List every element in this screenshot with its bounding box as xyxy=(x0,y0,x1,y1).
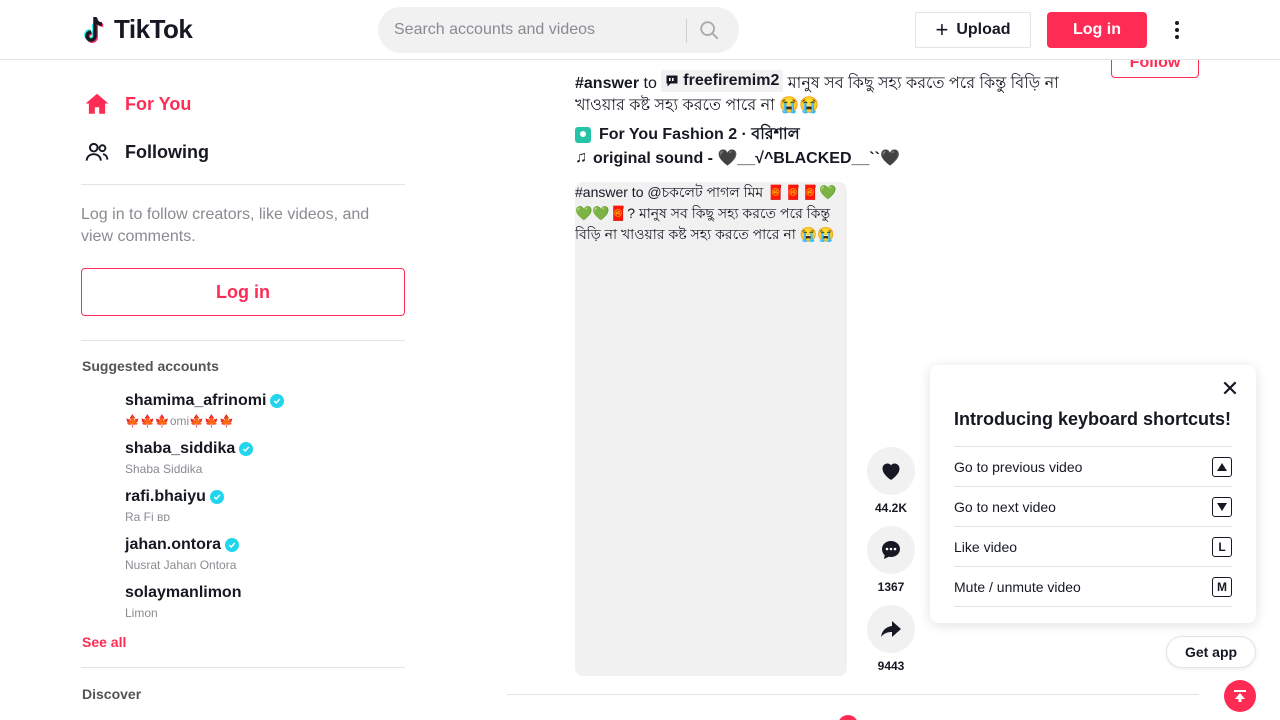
shortcut-row: Go to next video xyxy=(954,486,1232,526)
more-options-icon[interactable] xyxy=(1166,14,1188,46)
keyboard-shortcuts-popup: ✕ Introducing keyboard shortcuts! Go to … xyxy=(930,365,1256,623)
video-alt-text: #answer to @চকলেট পাগল মিম 🧧🧧🧧💚💚💚🧧? মানু… xyxy=(575,184,837,242)
account-username: rafi.bhaiyu xyxy=(125,488,206,505)
shortcut-key: L xyxy=(1212,536,1232,557)
shortcut-label: Go to next video xyxy=(954,498,1056,515)
scroll-to-top-button[interactable] xyxy=(1224,680,1256,712)
shortcut-row: Mute / unmute video M xyxy=(954,566,1232,606)
post-music[interactable]: ♫ original sound - 🖤__√^BLACKED__``🖤 xyxy=(575,148,900,168)
music-label: original sound - 🖤__√^BLACKED__``🖤 xyxy=(593,150,900,167)
shortcut-key: M xyxy=(1212,576,1232,597)
account-username: solaymanlimon xyxy=(125,584,242,601)
shortcut-row: Like video L xyxy=(954,526,1232,566)
upload-label: Upload xyxy=(956,21,1011,38)
logo-wordmark: TikTok xyxy=(114,14,193,44)
sidebar-login-button[interactable]: Log in xyxy=(81,268,405,316)
account-display-name: Ra Fi ʙᴅ xyxy=(125,510,170,524)
comment-count: 1367 xyxy=(877,580,905,594)
feed-divider xyxy=(507,694,1199,695)
verified-badge-icon xyxy=(209,490,224,504)
sidebar-divider xyxy=(81,667,405,668)
header-login-button[interactable]: Log in xyxy=(1047,12,1147,48)
search-divider xyxy=(686,19,687,43)
nav-for-you[interactable]: For You xyxy=(81,80,191,128)
verified-badge-icon xyxy=(270,394,285,408)
home-icon xyxy=(81,88,113,120)
account-username: shaba_siddika xyxy=(125,440,236,457)
hashtag-link[interactable]: #answer xyxy=(575,75,639,92)
search-button[interactable] xyxy=(694,15,724,45)
account-username: shamima_afrinomi xyxy=(125,392,267,409)
upload-button[interactable]: + Upload xyxy=(915,12,1031,48)
share-count: 9443 xyxy=(877,659,905,673)
suggested-account[interactable]: shamima_afrinomi 🍁🍁🍁omi🍁🍁🍁 xyxy=(125,390,385,430)
shortcut-row: Go to previous video xyxy=(954,446,1232,486)
like-count: 44.2K xyxy=(874,501,908,515)
account-display-name: Limon xyxy=(125,606,158,620)
account-display-name: 🍁🍁🍁omi🍁🍁🍁 xyxy=(125,414,234,428)
arrow-up-icon xyxy=(1234,690,1246,702)
shortcut-divider xyxy=(954,606,1232,607)
share-action[interactable]: 9443 xyxy=(867,605,915,676)
suggested-account[interactable]: solaymanlimon Limon xyxy=(125,582,385,622)
tiktok-logo[interactable]: TikTok xyxy=(84,14,193,45)
arrow-down-key-icon xyxy=(1212,496,1232,517)
verified-badge-icon xyxy=(225,538,240,552)
like-action[interactable]: 44.2K xyxy=(867,447,915,518)
get-app-button[interactable]: Get app xyxy=(1166,636,1256,668)
caption-to-word: to xyxy=(643,75,657,92)
post-caption: #answer to freefiremim2 মানুষ সব কিছু সহ… xyxy=(575,70,1085,117)
see-all-link[interactable]: See all xyxy=(82,634,126,650)
shortcut-label: Like video xyxy=(954,538,1018,555)
nav-following[interactable]: Following xyxy=(81,128,209,176)
search-input[interactable] xyxy=(394,7,684,53)
mention-link[interactable]: freefiremim2 xyxy=(661,70,784,92)
login-prompt-text: Log in to follow creators, like videos, … xyxy=(81,206,370,245)
shortcut-label: Mute / unmute video xyxy=(954,578,1081,595)
suggested-account[interactable]: shaba_siddika Shaba Siddika xyxy=(125,438,385,478)
suggested-account[interactable]: jahan.ontora Nusrat Jahan Ontora xyxy=(125,534,385,574)
search-icon xyxy=(700,21,719,40)
video-player[interactable]: #answer to @চকলেট পাগল মিম 🧧🧧🧧💚💚💚🧧? মানু… xyxy=(575,182,847,676)
people-icon xyxy=(81,136,113,168)
reply-bubble-icon xyxy=(666,75,678,87)
top-header: TikTok + Upload Log in xyxy=(0,0,1280,60)
account-username: jahan.ontora xyxy=(125,536,222,553)
location-label: For You Fashion 2 · বরিশাল xyxy=(599,126,800,143)
popup-title: Introducing keyboard shortcuts! xyxy=(954,409,1232,429)
comment-icon xyxy=(882,541,900,559)
account-display-name: Shaba Siddika xyxy=(125,462,203,476)
nav-for-you-label: For You xyxy=(125,93,192,114)
share-arrow-icon xyxy=(881,621,901,637)
like-button[interactable] xyxy=(867,447,915,495)
heart-icon xyxy=(882,463,900,480)
sidebar-divider xyxy=(81,340,405,341)
close-icon[interactable]: ✕ xyxy=(1220,378,1240,400)
next-post-avatar[interactable] xyxy=(838,715,858,720)
share-button[interactable] xyxy=(867,605,915,653)
plus-icon: + xyxy=(935,17,949,42)
music-note-icon: ♫ xyxy=(575,149,587,166)
account-display-name: Nusrat Jahan Ontora xyxy=(125,558,237,572)
sidebar: For You Following Log in to follow creat… xyxy=(81,60,405,720)
verified-badge-icon xyxy=(239,442,254,456)
comment-button[interactable] xyxy=(867,526,915,574)
tiktok-logo-icon xyxy=(84,16,104,43)
discover-title: Discover xyxy=(82,686,142,702)
suggested-accounts-title: Suggested accounts xyxy=(82,358,219,374)
shortcut-label: Go to previous video xyxy=(954,458,1083,475)
comment-action[interactable]: 1367 xyxy=(867,526,915,597)
search-bar xyxy=(378,7,739,53)
arrow-up-key-icon xyxy=(1212,456,1232,477)
nav-following-label: Following xyxy=(125,141,209,162)
post-location[interactable]: For You Fashion 2 · বরিশাল xyxy=(575,121,800,148)
sidebar-divider xyxy=(81,184,405,185)
location-pin-icon xyxy=(575,126,591,143)
suggested-account[interactable]: rafi.bhaiyu Ra Fi ʙᴅ xyxy=(125,486,385,526)
